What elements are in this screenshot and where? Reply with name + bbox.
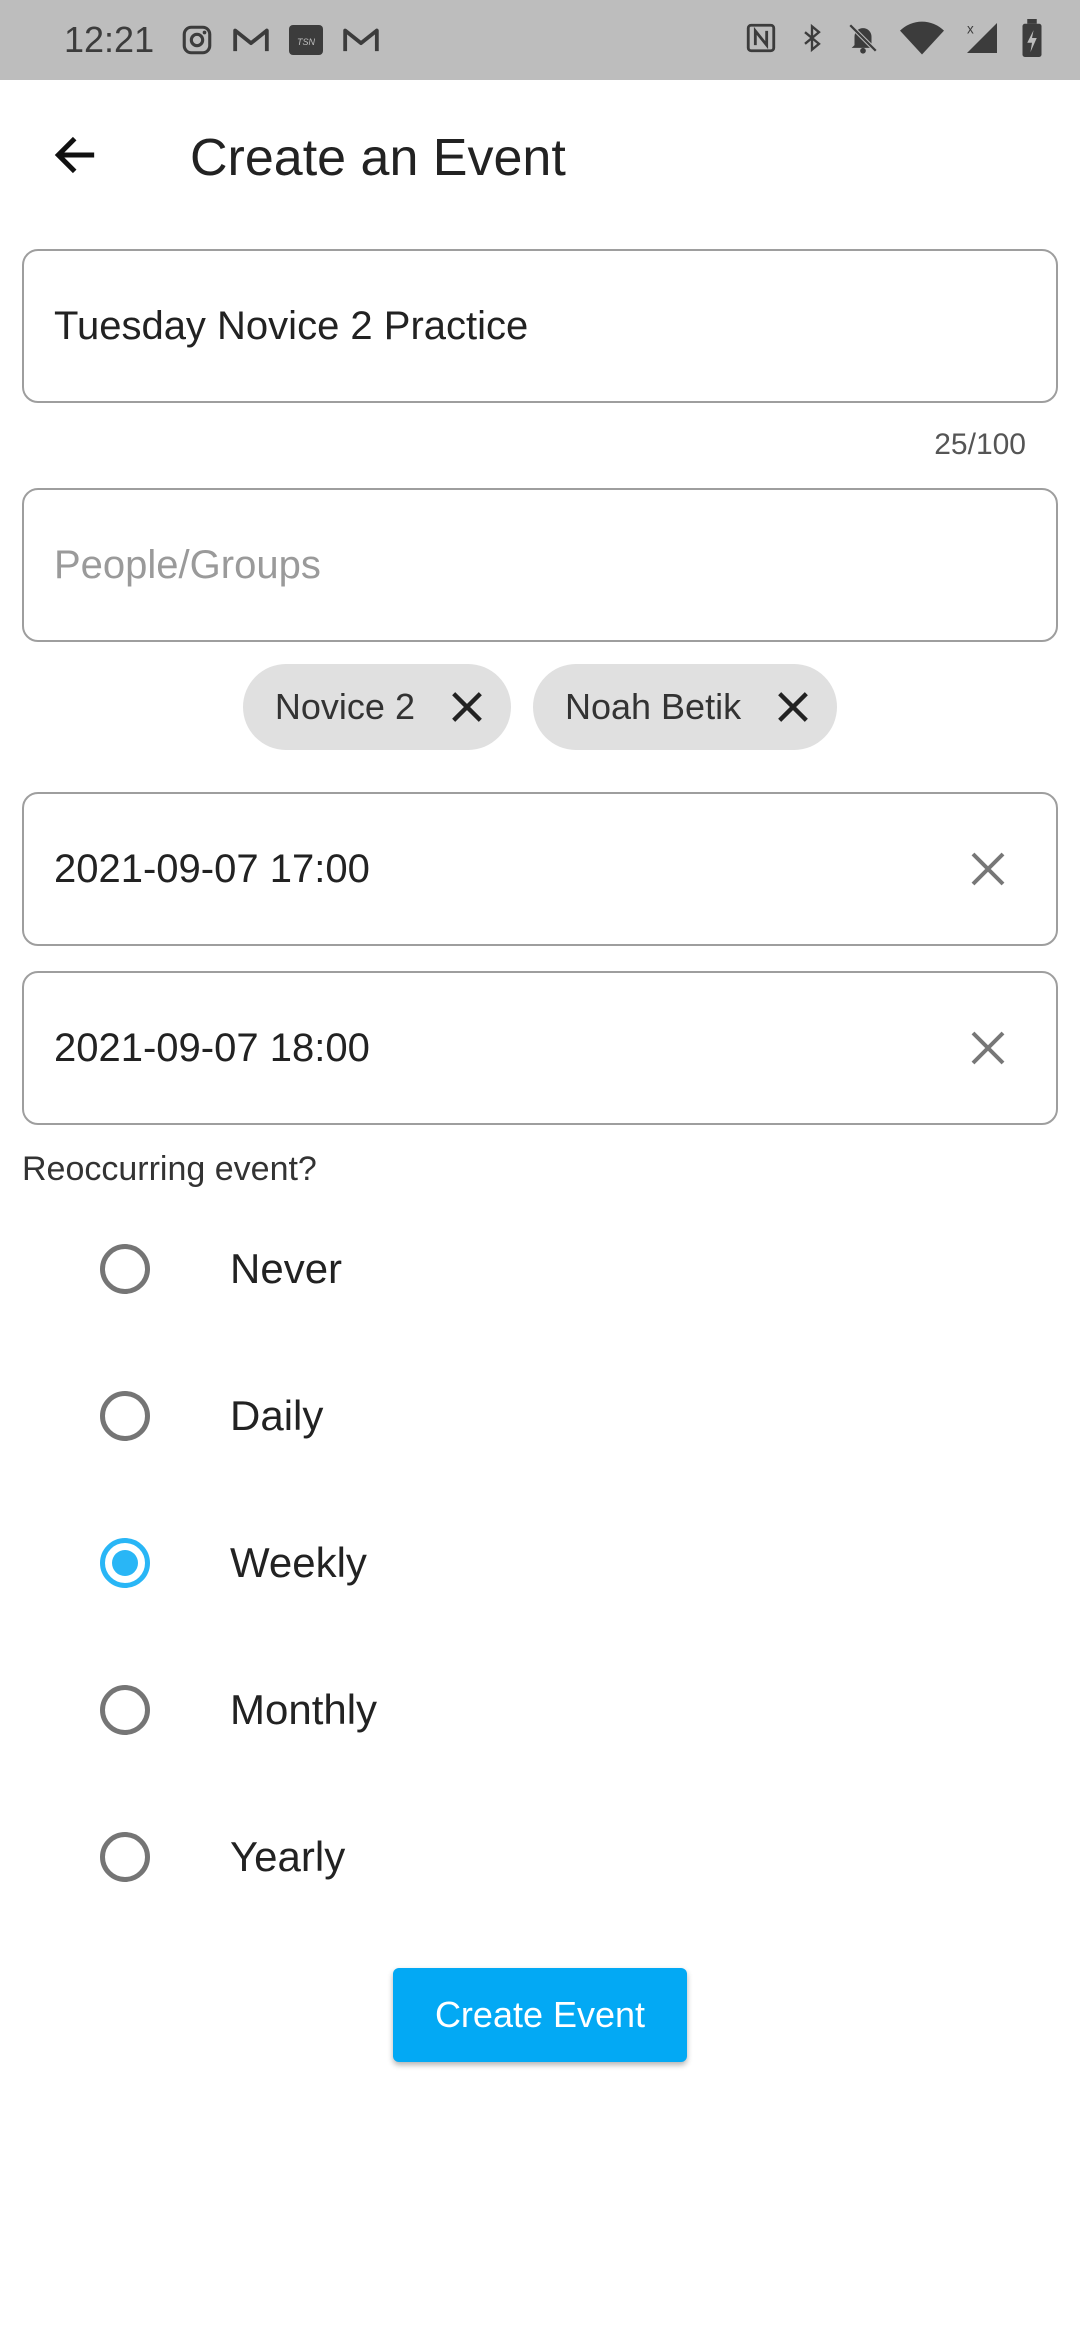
radio-button[interactable] [100, 1832, 150, 1882]
selected-chips: Novice 2 Noah Betik [0, 664, 1080, 750]
instagram-icon [180, 23, 214, 57]
bluetooth-icon [798, 20, 826, 61]
radio-option-daily[interactable]: Daily [70, 1366, 970, 1466]
radio-dot [112, 1550, 138, 1576]
clear-end-datetime-button[interactable] [956, 1016, 1020, 1080]
reoccurring-label: Reoccurring event? [22, 1150, 317, 1188]
tsn-icon: TSN [288, 24, 324, 56]
radio-option-yearly[interactable]: Yearly [70, 1807, 970, 1907]
back-button[interactable] [40, 120, 110, 190]
wifi-icon [900, 21, 944, 60]
chip-label: Novice 2 [274, 686, 415, 727]
event-name-value: Tuesday Novice 2 Practice [54, 303, 529, 348]
app-bar: Create an Event [0, 80, 1080, 230]
radio-label: Yearly [230, 1833, 346, 1880]
arrow-back-icon [54, 136, 95, 174]
chip-noah-betik: Noah Betik [532, 664, 838, 750]
page-title: Create an Event [190, 129, 566, 187]
status-bar: 12:21 TSN x [0, 0, 1080, 80]
gmail-icon [232, 25, 270, 55]
radio-button-selected[interactable] [100, 1538, 150, 1588]
start-datetime-value: 2021-09-07 17:00 [54, 846, 370, 891]
character-counter: 25/100 [934, 428, 1026, 461]
radio-button[interactable] [100, 1244, 150, 1294]
radio-button[interactable] [100, 1391, 150, 1441]
svg-text:x: x [967, 21, 974, 36]
radio-option-monthly[interactable]: Monthly [70, 1660, 970, 1760]
chip-remove-icon[interactable] [767, 681, 819, 733]
event-name-field[interactable]: Tuesday Novice 2 Practice [22, 249, 1058, 403]
tsn-icon-label: TSN [297, 37, 316, 47]
battery-icon [1020, 18, 1044, 62]
close-icon [971, 852, 1005, 886]
nfc-icon [744, 20, 778, 61]
radio-label: Monthly [230, 1686, 378, 1733]
close-icon [971, 1031, 1005, 1065]
notifications-off-icon [846, 20, 880, 61]
radio-option-weekly[interactable]: Weekly [70, 1513, 970, 1613]
radio-label: Never [230, 1245, 343, 1292]
gmail-icon [342, 25, 380, 55]
radio-label: Daily [230, 1392, 324, 1439]
end-datetime-value: 2021-09-07 18:00 [54, 1025, 370, 1070]
people-groups-input[interactable]: People/Groups [22, 488, 1058, 642]
end-datetime-field[interactable]: 2021-09-07 18:00 [22, 971, 1058, 1125]
radio-option-never[interactable]: Never [70, 1219, 970, 1319]
radio-label: Weekly [230, 1539, 367, 1586]
status-time: 12:21 [64, 19, 155, 60]
chip-novice-2: Novice 2 [242, 664, 511, 750]
people-groups-placeholder: People/Groups [54, 542, 321, 587]
create-event-button[interactable]: Create Event [393, 1968, 687, 2062]
status-right-icons: x [744, 18, 1044, 62]
chip-remove-icon[interactable] [441, 681, 493, 733]
chip-label: Noah Betik [564, 686, 742, 727]
signal-icon: x [964, 20, 1000, 61]
start-datetime-field[interactable]: 2021-09-07 17:00 [22, 792, 1058, 946]
radio-button[interactable] [100, 1685, 150, 1735]
clear-start-datetime-button[interactable] [956, 837, 1020, 901]
